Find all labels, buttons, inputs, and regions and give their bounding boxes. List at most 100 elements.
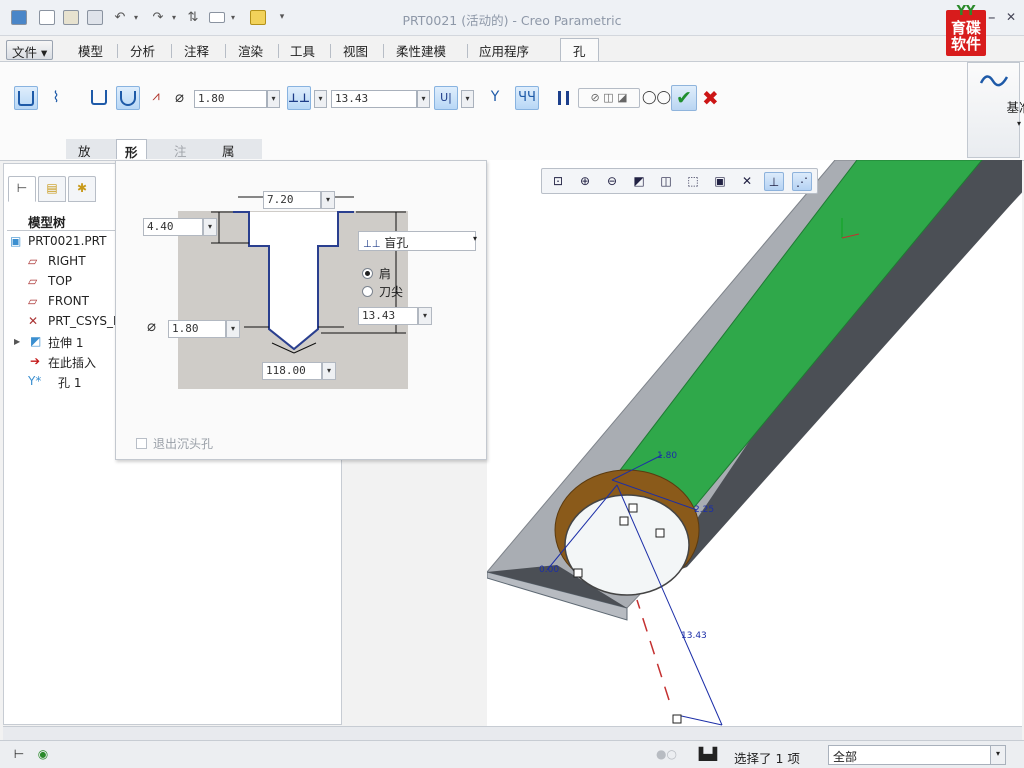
verify-preview-icon[interactable]: ◯◯ <box>642 90 671 105</box>
radio-shoulder[interactable]: 肩 <box>362 265 391 282</box>
tab-flexible-modeling[interactable]: 柔性建模 <box>390 40 452 60</box>
datum-dropdown-icon: ▾ <box>1016 119 1021 128</box>
repaint-icon[interactable]: ◩ <box>629 172 649 191</box>
show-navigator-icon[interactable]: ⊢ <box>10 746 28 764</box>
tab-render[interactable]: 渲染 <box>232 40 269 60</box>
hole-axis-line <box>636 599 670 701</box>
annotation-display-icon[interactable]: ⊥ <box>764 172 784 191</box>
find-icon[interactable]: ▙▟ <box>697 746 719 764</box>
favorites-tab-icon[interactable]: ✱ <box>68 176 96 202</box>
refit-icon[interactable]: ⊡ <box>548 172 568 191</box>
tab-separator <box>171 44 172 58</box>
tab-analysis[interactable]: 分析 <box>124 40 161 60</box>
drill-angle-dropdown-icon[interactable]: ▾ <box>322 362 336 380</box>
diameter-value-input[interactable]: 1.80 <box>168 320 226 338</box>
top-dim-input[interactable]: 7.20 <box>263 191 321 209</box>
window-close-button[interactable]: ✕ <box>1006 10 1016 24</box>
dim-diameter-text[interactable]: 1.80 <box>657 451 677 461</box>
drag-handle[interactable] <box>573 568 583 578</box>
countersink-icon[interactable]: Y <box>483 86 507 110</box>
spin-center-icon[interactable]: ⋰ <box>792 172 812 191</box>
zoom-in-icon[interactable]: ⊕ <box>575 172 595 191</box>
subtab-placement[interactable]: 放置 <box>70 139 99 178</box>
filter-dropdown-icon: ▾ <box>990 746 1005 764</box>
dim-offset-text[interactable]: 2.25 <box>694 505 714 515</box>
predefined-profile-icon[interactable] <box>88 86 112 110</box>
diameter-value-dropdown-icon[interactable]: ▾ <box>226 320 240 338</box>
drag-handle[interactable] <box>655 528 665 538</box>
radio-tip[interactable]: 刀尖 <box>362 283 403 300</box>
drag-handle[interactable] <box>619 516 629 526</box>
tab-tools[interactable]: 工具 <box>284 40 321 60</box>
depth-type-select[interactable]: ⊥⊥ 盲孔 ▾ <box>358 231 477 251</box>
datum-plane-icon: ▱ <box>28 274 38 288</box>
model-tree-tab-icon[interactable]: ⊢ <box>8 176 36 202</box>
tab-applications[interactable]: 应用程序 <box>473 40 535 60</box>
shoulder-depth-input[interactable]: 4.40 <box>143 218 203 236</box>
diameter-input[interactable]: 1.80 <box>194 90 267 108</box>
tab-model[interactable]: 模型 <box>72 40 109 60</box>
model-tree-title: 模型树 <box>28 215 66 230</box>
hole-icon: Y* <box>28 374 42 388</box>
hole-opening <box>564 494 690 596</box>
minimize-button[interactable]: – <box>988 8 996 26</box>
tab-separator <box>117 44 118 58</box>
depth-type-dropdown-icon[interactable]: ▾ <box>314 90 327 108</box>
view-manager-icon[interactable]: ▣ <box>710 172 730 191</box>
depth-value-dropdown-icon[interactable]: ▾ <box>418 307 432 325</box>
second-side-depth-icon[interactable]: U| <box>434 86 458 110</box>
depth-type-value: 盲孔 <box>384 236 409 250</box>
tab-separator <box>383 44 384 58</box>
standard-hole-icon[interactable]: ⌇ <box>44 86 68 110</box>
folder-browser-tab-icon[interactable]: ▤ <box>38 176 66 202</box>
drill-angle-input[interactable]: 118.00 <box>262 362 322 380</box>
zoom-out-icon[interactable]: ⊖ <box>602 172 622 191</box>
drag-handle[interactable] <box>672 714 682 724</box>
depth-input[interactable]: 13.43 <box>331 90 417 108</box>
show-browser-icon[interactable]: ◉ <box>34 746 52 764</box>
depth-value-input[interactable]: 13.43 <box>358 307 418 325</box>
csys-icon: ✕ <box>28 314 39 328</box>
brand-logo: YY 育碟软件 <box>946 4 986 56</box>
saved-views-icon[interactable]: ⬚ <box>683 172 703 191</box>
diameter-symbol-icon: ⌀ <box>175 88 185 106</box>
model-3d-view[interactable]: 1.80 2.25 0.00 13.43 <box>486 159 1023 726</box>
preview-options-icon[interactable]: ⊘ ◫ ◪ <box>578 88 640 108</box>
subtab-shape[interactable]: 形状 <box>116 139 147 179</box>
standard-drill-profile-icon[interactable] <box>116 86 140 110</box>
drag-handle[interactable] <box>628 503 638 513</box>
accept-button[interactable]: ✔ <box>671 85 697 111</box>
top-dim-dropdown-icon[interactable]: ▾ <box>321 191 335 209</box>
insert-arrow-icon: ➔ <box>30 354 41 368</box>
tab-hole[interactable]: 孔 <box>560 38 599 62</box>
tree-divider <box>7 230 119 231</box>
view-toolbar: ⊡ ⊕ ⊖ ◩ ◫ ⬚ ▣ ✕ ⊥ ⋰ <box>541 168 818 194</box>
sketch-profile-icon[interactable]: ⩘ <box>144 86 168 110</box>
selection-filter-select[interactable]: 全部 ▾ <box>828 745 1006 765</box>
shoulder-depth-dropdown-icon[interactable]: ▾ <box>203 218 217 236</box>
dim-zero-text[interactable]: 0.00 <box>539 565 559 575</box>
datum-plane-icon: ▱ <box>28 254 38 268</box>
counterbore-icon[interactable]: ЧЧ <box>515 86 539 110</box>
diameter-dropdown-icon[interactable]: ▾ <box>267 90 280 108</box>
datum-label: 基准 <box>1006 100 1024 115</box>
depth-extension-line <box>676 714 723 726</box>
datum-display-icon[interactable]: ✕ <box>737 172 757 191</box>
simple-hole-icon[interactable] <box>14 86 38 110</box>
tab-annotate[interactable]: 注释 <box>178 40 215 60</box>
graphics-viewport[interactable]: 1.80 2.25 0.00 13.43 <box>486 159 1023 726</box>
datum-button[interactable]: 基准 ▾ <box>967 62 1024 158</box>
shape-panel: 7.20 ▾ 4.40 ▾ ⊥⊥ 盲孔 ▾ 肩 刀尖 13.43 ▾ ⌀ 1.8… <box>115 160 487 460</box>
depth-blind-icon[interactable]: ⊥⊥ <box>287 86 311 110</box>
tab-view[interactable]: 视图 <box>337 40 374 60</box>
subtab-properties[interactable]: 属性 <box>214 139 243 178</box>
tab-file[interactable]: 文件 ▾ <box>6 40 54 60</box>
second-side-dropdown-icon[interactable]: ▾ <box>461 90 474 108</box>
depth-value-dropdown-icon[interactable]: ▾ <box>417 90 430 108</box>
pause-icon[interactable] <box>558 91 569 105</box>
display-style-icon[interactable]: ◫ <box>656 172 676 191</box>
datum-plane-icon: ▱ <box>28 294 38 308</box>
dim-depth-text[interactable]: 13.43 <box>681 631 707 641</box>
expand-triangle-icon[interactable]: ▶ <box>14 337 20 346</box>
cancel-button[interactable]: ✖ <box>702 86 719 110</box>
